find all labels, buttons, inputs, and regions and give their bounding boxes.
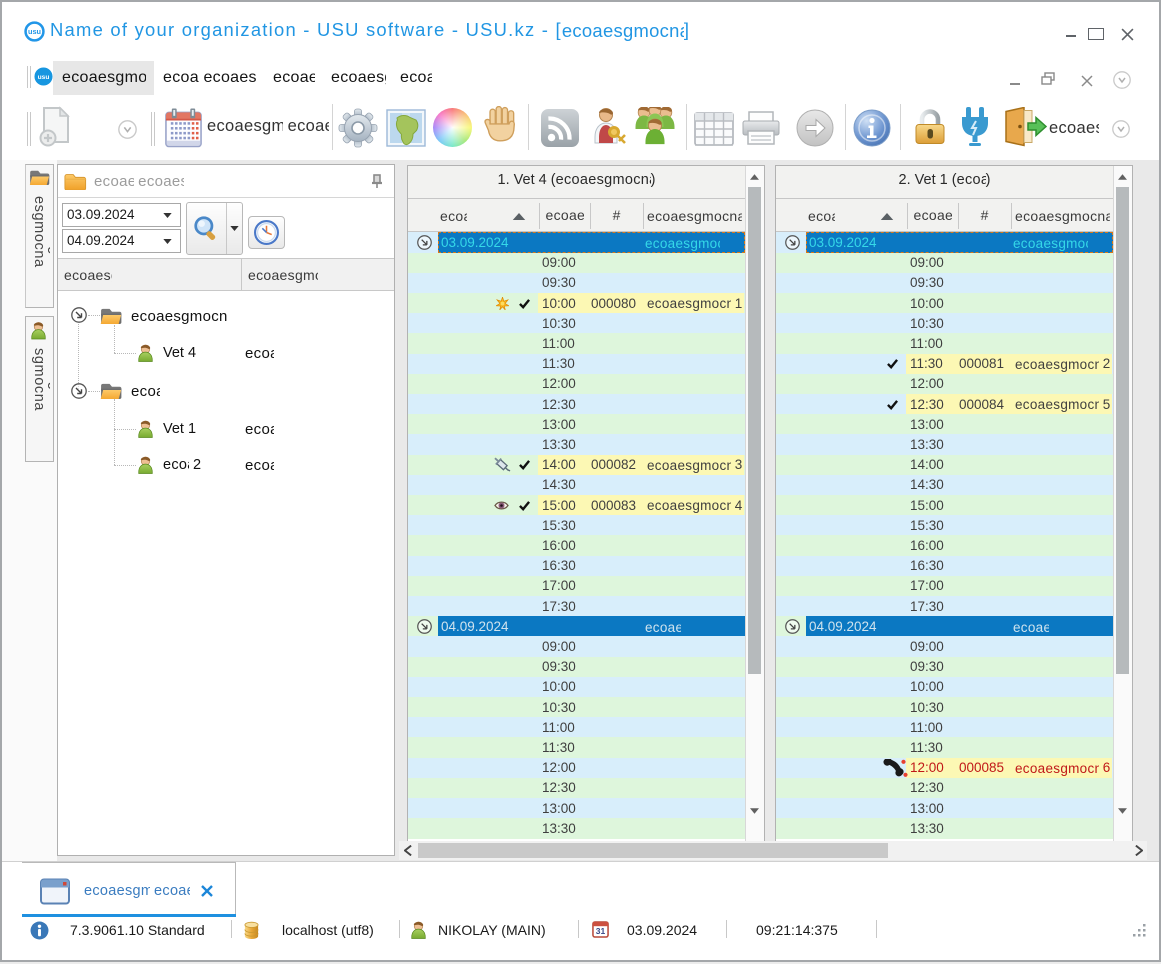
- svg-text:31: 31: [596, 926, 606, 936]
- svg-text:usu: usu: [38, 74, 50, 81]
- svg-text:usu: usu: [28, 27, 41, 36]
